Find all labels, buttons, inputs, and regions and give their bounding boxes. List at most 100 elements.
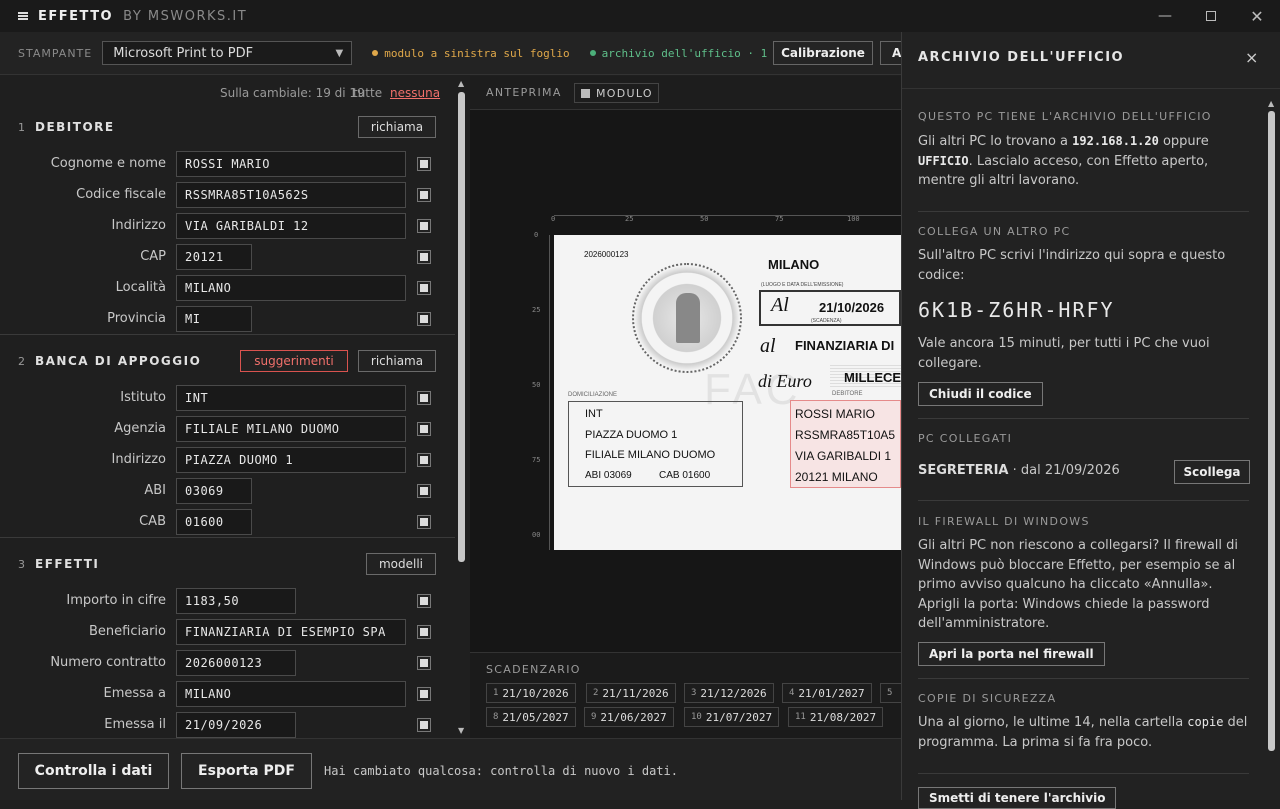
- schedule-chip[interactable]: 4 21/01/2027: [782, 683, 872, 703]
- print-checkbox[interactable]: [417, 157, 431, 171]
- schedule-chip[interactable]: 10 21/07/2027: [684, 707, 780, 727]
- toolbar-partial-button[interactable]: A: [880, 41, 902, 65]
- section-title: BANCA DI APPOGGIO: [35, 354, 202, 368]
- bank-address-input[interactable]: PIAZZA DUOMO 1: [176, 447, 406, 473]
- scroll-up-icon[interactable]: ▲: [1268, 99, 1274, 108]
- schedule-chip[interactable]: 2 21/11/2026: [586, 683, 676, 703]
- bill-preview: 2026000123 MILANO (LUOGO E DATA DELL'EMI…: [554, 235, 901, 550]
- chip-number: 8: [493, 712, 499, 722]
- printer-select[interactable]: Microsoft Print to PDF ▼: [102, 41, 353, 65]
- amount-input[interactable]: 1183,50: [176, 588, 296, 614]
- print-checkbox[interactable]: [417, 625, 431, 639]
- print-checkbox[interactable]: [417, 312, 431, 326]
- cap-input[interactable]: 20121: [176, 244, 252, 270]
- section-heading: IL FIREWALL DI WINDOWS: [918, 515, 1090, 528]
- issued-at-input[interactable]: MILANO: [176, 681, 406, 707]
- debitore-recall-button[interactable]: richiama: [358, 116, 436, 138]
- section-debitore-header: 1 DEBITORE: [18, 120, 115, 134]
- schedule-chip[interactable]: 9 21/06/2027: [584, 707, 674, 727]
- debtor-name-input[interactable]: ROSSI MARIO: [176, 151, 406, 177]
- print-checkbox[interactable]: [417, 594, 431, 608]
- print-checkbox[interactable]: [417, 718, 431, 732]
- print-checkbox[interactable]: [417, 391, 431, 405]
- print-checkbox[interactable]: [417, 188, 431, 202]
- ruler-tick-label: 100: [847, 215, 860, 223]
- field-label: Codice fiscale: [76, 187, 166, 202]
- schedule-chip[interactable]: 1 21/10/2026: [486, 683, 576, 703]
- panel-scrollbar[interactable]: ▲: [1266, 97, 1278, 800]
- maximize-icon[interactable]: [1188, 0, 1234, 32]
- suggestions-button[interactable]: suggerimenti: [240, 350, 348, 372]
- section-divider: [918, 418, 1249, 419]
- disconnect-button[interactable]: Scollega: [1174, 460, 1250, 484]
- abi-input[interactable]: 03069: [176, 478, 252, 504]
- print-checkbox[interactable]: [417, 656, 431, 670]
- scroll-down-icon[interactable]: ▼: [458, 726, 464, 735]
- beneficiary-input[interactable]: FINANZIARIA DI ESEMPIO SPA: [176, 619, 406, 645]
- select-all-link[interactable]: tutte: [353, 86, 382, 100]
- print-checkbox[interactable]: [417, 219, 431, 233]
- open-firewall-button[interactable]: Apri la porta nel firewall: [918, 642, 1105, 666]
- tax-code-input[interactable]: RSSMRA85T10A562S: [176, 182, 406, 208]
- section-divider: [918, 773, 1249, 774]
- module-status: modulo a sinistra sul foglio: [372, 47, 570, 60]
- bill-bank-box: INT PIAZZA DUOMO 1 FILIALE MILANO DUOMO …: [568, 401, 743, 487]
- close-code-button[interactable]: Chiudi il codice: [918, 382, 1043, 406]
- field-row: Importo in cifre 1183,50: [0, 588, 455, 614]
- field-row: CAP 20121: [0, 244, 455, 270]
- debtor-address-input[interactable]: VIA GARIBALDI 12: [176, 213, 406, 239]
- calibration-button[interactable]: Calibrazione: [773, 41, 873, 65]
- scroll-up-icon[interactable]: ▲: [458, 79, 464, 88]
- schedule-chip[interactable]: 8 21/05/2027: [486, 707, 576, 727]
- schedule-chip[interactable]: 11 21/08/2027: [788, 707, 884, 727]
- print-checkbox[interactable]: [417, 281, 431, 295]
- backup-text: Una al giorno, le ultime 14, nella carte…: [918, 713, 1253, 752]
- connected-pc-name: SEGRETERIA: [918, 463, 1009, 478]
- section-heading: COLLEGA UN ALTRO PC: [918, 225, 1071, 238]
- minimize-icon[interactable]: —: [1142, 0, 1188, 32]
- province-input[interactable]: MI: [176, 306, 252, 332]
- check-data-button[interactable]: Controlla i dati: [18, 753, 169, 789]
- stop-archive-button[interactable]: Smetti di tenere l'archivio: [918, 787, 1117, 809]
- close-icon[interactable]: ×: [1245, 48, 1258, 67]
- branch-input[interactable]: FILIALE MILANO DUOMO: [176, 416, 406, 442]
- scrollbar-thumb[interactable]: [1268, 111, 1275, 751]
- print-checkbox[interactable]: [417, 484, 431, 498]
- banca-recall-button[interactable]: richiama: [358, 350, 436, 372]
- ruler-tick-label: 25: [532, 306, 541, 314]
- tab-preview[interactable]: ANTEPRIMA: [486, 86, 562, 99]
- city-input[interactable]: MILANO: [176, 275, 406, 301]
- section-divider: [918, 678, 1249, 679]
- scrollbar-thumb[interactable]: [458, 92, 465, 562]
- schedule-chip[interactable]: 3 21/12/2026: [684, 683, 774, 703]
- print-checkbox[interactable]: [417, 422, 431, 436]
- form-scrollbar[interactable]: ▲ ▼: [455, 76, 469, 738]
- print-checkbox[interactable]: [417, 515, 431, 529]
- printer-value: Microsoft Print to PDF: [113, 45, 254, 61]
- select-none-link[interactable]: nessuna: [390, 86, 440, 100]
- field-label: Indirizzo: [111, 218, 167, 233]
- print-checkbox[interactable]: [417, 687, 431, 701]
- archive-status-text: archivio dell'ufficio · 1 PC: [601, 46, 788, 60]
- menu-icon[interactable]: [18, 12, 28, 20]
- bill-debtor-cf: RSSMRA85T10A5: [795, 428, 896, 442]
- field-row: ABI 03069: [0, 478, 455, 504]
- tab-module[interactable]: MODULO: [574, 83, 659, 103]
- module-status-dot: [372, 50, 379, 56]
- ruler-tick-label: 75: [775, 215, 784, 223]
- chip-number: 3: [691, 688, 697, 698]
- section-title: DEBITORE: [35, 120, 115, 134]
- printer-label: STAMPANTE: [18, 46, 93, 60]
- close-window-icon[interactable]: ✕: [1234, 0, 1280, 32]
- print-checkbox[interactable]: [417, 250, 431, 264]
- contract-number-input[interactable]: 2026000123: [176, 650, 296, 676]
- cab-input[interactable]: 01600: [176, 509, 252, 535]
- section-heading: PC COLLEGATI: [918, 432, 1013, 445]
- issued-on-input[interactable]: 21/09/2026: [176, 712, 296, 738]
- models-button[interactable]: modelli: [366, 553, 436, 575]
- print-checkbox[interactable]: [417, 453, 431, 467]
- export-pdf-button[interactable]: Esporta PDF: [181, 753, 312, 789]
- server-hostname: UFFICIO: [918, 153, 969, 168]
- section-heading: COPIE DI SICUREZZA: [918, 692, 1057, 705]
- bank-input[interactable]: INT: [176, 385, 406, 411]
